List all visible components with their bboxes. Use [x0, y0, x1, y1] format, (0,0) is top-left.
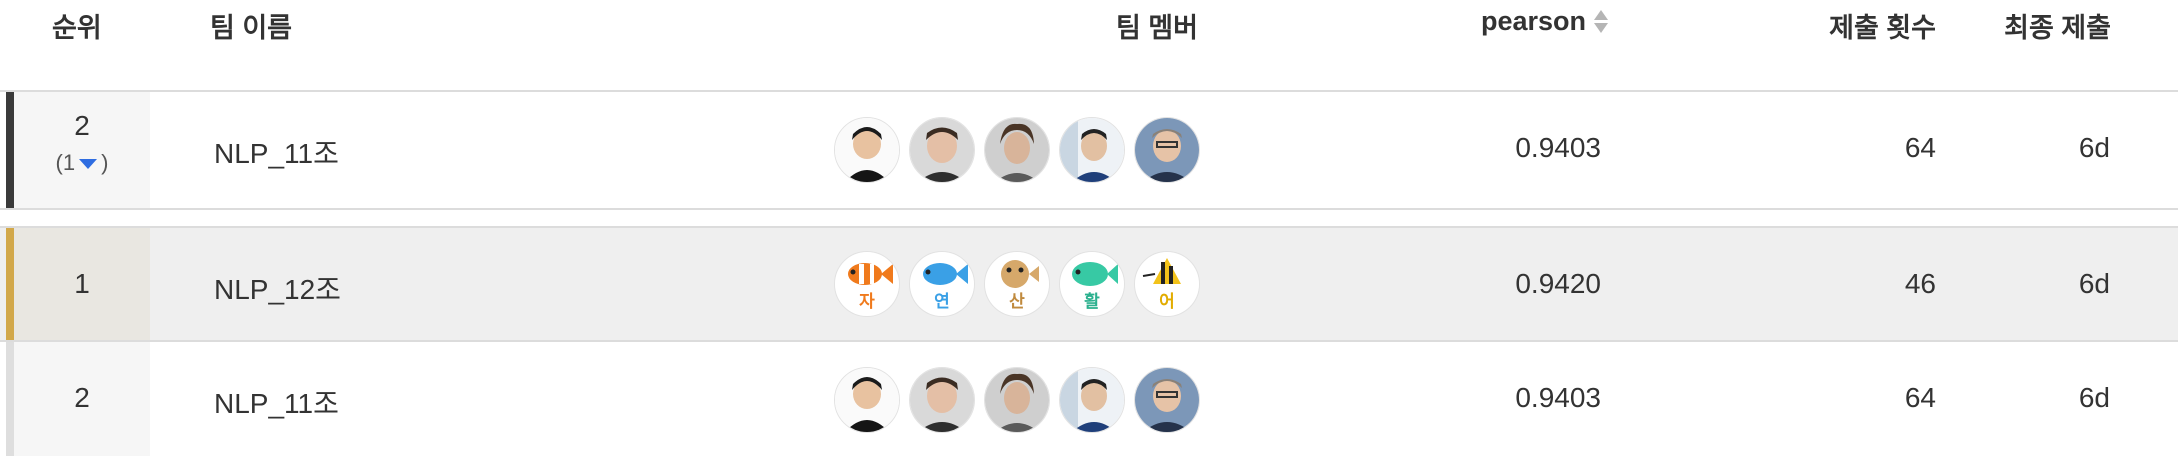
header-submissions: 제출 횟수 — [1829, 13, 1936, 43]
header-team-members: 팀 멤버 — [1115, 13, 1198, 43]
member-label: 어 — [1159, 292, 1175, 311]
header-score-label: pearson — [1480, 6, 1586, 36]
submission-count: 64 — [1904, 382, 1936, 413]
rank-change: (1) — [14, 150, 150, 176]
header-score-sortable[interactable]: pearson — [1481, 6, 1608, 37]
member-avatar[interactable]: 연 — [909, 251, 975, 317]
member-avatar[interactable] — [1059, 117, 1125, 183]
leaderboard-row[interactable]: 1 NLP_12조 자 연 산 활 어 0.9420 46 6d — [0, 226, 2178, 342]
header-rank: 순위 — [52, 13, 102, 43]
member-avatar[interactable] — [1059, 367, 1125, 433]
last-submit: 6d — [2078, 268, 2110, 299]
member-avatar[interactable]: 산 — [984, 251, 1050, 317]
team-members: 자 연 산 활 어 — [834, 251, 1200, 317]
leaderboard-row-my-team[interactable]: 2 (1) NLP_11조 0.9403 64 6d — [0, 90, 2178, 210]
header-last-submit: 최종 제출 — [2004, 13, 2111, 43]
rank-value: 1 — [74, 268, 90, 299]
member-avatar[interactable] — [834, 367, 900, 433]
score-value: 0.9403 — [1515, 382, 1601, 413]
score-value: 0.9420 — [1515, 268, 1601, 299]
member-label: 연 — [934, 292, 950, 311]
member-avatar[interactable] — [1134, 117, 1200, 183]
team-members — [834, 367, 1200, 433]
submission-count: 46 — [1904, 268, 1936, 299]
header-team-name: 팀 이름 — [210, 13, 293, 43]
member-avatar[interactable] — [1134, 367, 1200, 433]
sort-arrows-icon[interactable] — [1594, 10, 1608, 33]
member-avatar[interactable]: 어 — [1134, 251, 1200, 317]
last-submit: 6d — [2078, 382, 2110, 413]
rank-value: 2 — [74, 382, 90, 413]
team-name[interactable]: NLP_12조 — [214, 268, 341, 308]
team-members — [834, 117, 1200, 183]
member-label: 자 — [859, 292, 875, 311]
submission-count: 64 — [1904, 132, 1936, 163]
member-avatar[interactable] — [834, 117, 900, 183]
triangle-down-icon — [79, 159, 98, 170]
leaderboard-header: 순위 팀 이름 팀 멤버 pearson 제출 횟수 최종 제출 — [0, 0, 2178, 52]
rank-change-open: (1 — [55, 150, 76, 175]
member-avatar[interactable] — [984, 367, 1050, 433]
member-label: 활 — [1084, 292, 1100, 311]
team-name[interactable]: NLP_11조 — [214, 382, 339, 422]
member-avatar[interactable]: 활 — [1059, 251, 1125, 317]
member-avatar[interactable]: 자 — [834, 251, 900, 317]
leaderboard: 순위 팀 이름 팀 멤버 pearson 제출 횟수 최종 제출 2 (1) N… — [0, 0, 2178, 456]
member-label: 산 — [1009, 292, 1025, 311]
leaderboard-row[interactable]: 2 NLP_11조 0.9403 64 6d — [0, 340, 2178, 456]
rank-change-close: ) — [101, 150, 109, 175]
member-avatar[interactable] — [909, 117, 975, 183]
last-submit: 6d — [2078, 132, 2110, 163]
member-avatar[interactable] — [909, 367, 975, 433]
rank-value: 2 — [74, 110, 90, 141]
row-accent-bar — [6, 92, 14, 208]
team-name[interactable]: NLP_11조 — [214, 132, 339, 172]
member-avatar[interactable] — [984, 117, 1050, 183]
row-accent-bar — [6, 228, 14, 340]
row-accent-bar — [6, 342, 14, 456]
score-value: 0.9403 — [1515, 132, 1601, 163]
